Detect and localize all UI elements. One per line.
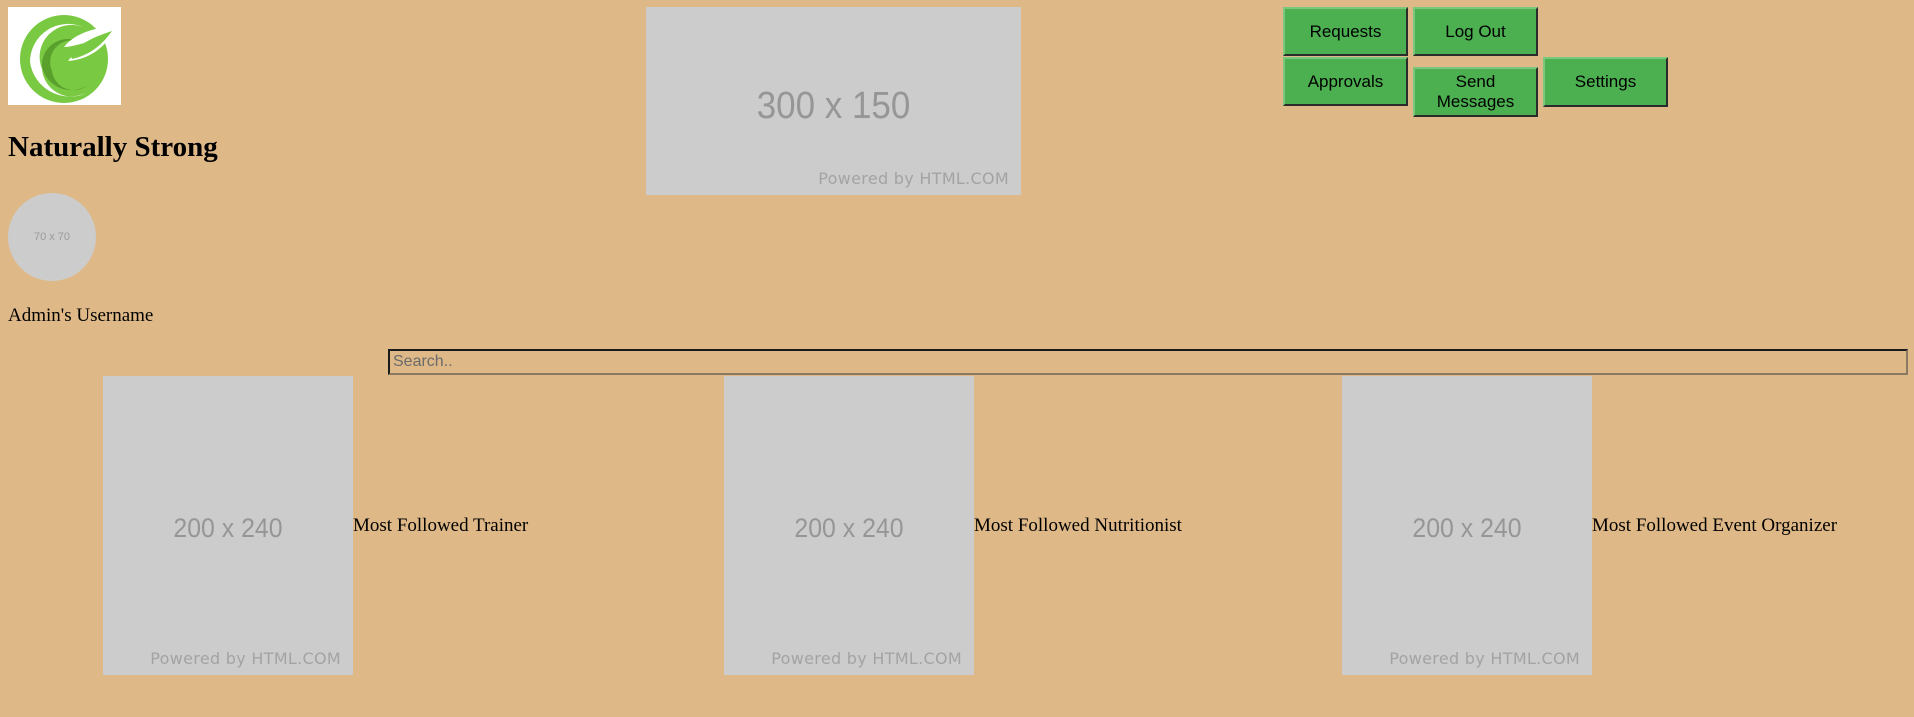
requests-button[interactable]: Requests <box>1283 7 1408 56</box>
trainer-image[interactable]: 200 x 240 Powered by HTML.COM <box>103 376 353 675</box>
settings-button[interactable]: Settings <box>1543 57 1668 107</box>
nutritionist-label: Most Followed Nutritionist <box>974 515 1182 536</box>
site-title: Naturally Strong <box>8 131 218 163</box>
site-logo[interactable] <box>8 7 121 105</box>
event-organizer-image-powered-text: Powered by HTML.COM <box>1389 649 1580 668</box>
leaf-logo-icon <box>20 15 118 103</box>
admin-username: Admin's Username <box>8 305 154 326</box>
nutritionist-image-powered-text: Powered by HTML.COM <box>771 649 962 668</box>
event-organizer-label: Most Followed Event Organizer <box>1592 515 1838 536</box>
nutritionist-image[interactable]: 200 x 240 Powered by HTML.COM <box>724 376 974 675</box>
log-out-button[interactable]: Log Out <box>1413 7 1538 56</box>
avatar-dims: 70 x 70 <box>33 231 71 243</box>
event-organizer-image[interactable]: 200 x 240 Powered by HTML.COM <box>1342 376 1592 675</box>
avatar[interactable]: 70 x 70 <box>8 193 96 281</box>
event-organizer-image-dims: 200 x 240 <box>1412 513 1522 543</box>
trainer-image-dims: 200 x 240 <box>173 513 283 543</box>
banner-image-dims: 300 x 150 <box>756 85 911 127</box>
banner-image-powered-text: Powered by HTML.COM <box>818 169 1009 188</box>
banner-image: 300 x 150 Powered by HTML.COM <box>646 7 1021 195</box>
approvals-button[interactable]: Approvals <box>1283 57 1408 106</box>
trainer-label: Most Followed Trainer <box>353 515 529 536</box>
search-input[interactable] <box>388 349 1908 375</box>
send-messages-button[interactable]: Send Messages <box>1413 67 1538 117</box>
trainer-image-powered-text: Powered by HTML.COM <box>150 649 341 668</box>
nutritionist-image-dims: 200 x 240 <box>794 513 904 543</box>
